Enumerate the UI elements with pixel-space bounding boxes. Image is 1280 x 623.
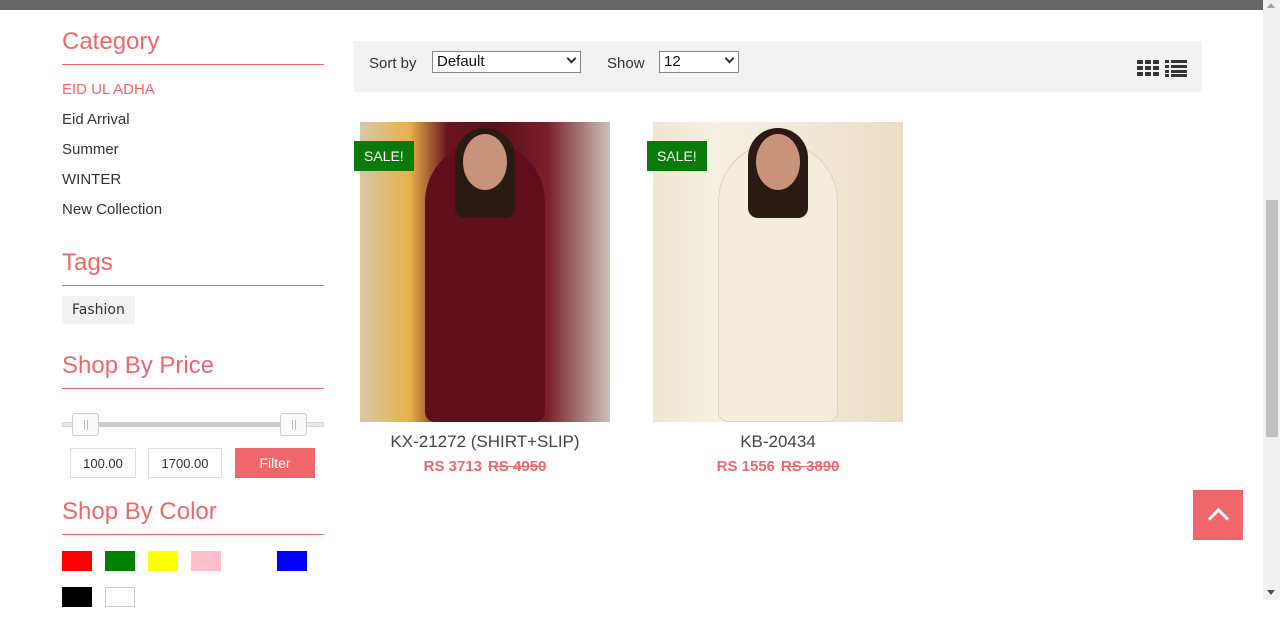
model-head <box>756 134 800 190</box>
show-select-value: 12 <box>664 53 681 70</box>
shop-toolbar: Sort by Default Show 12 <box>354 41 1202 92</box>
sort-select[interactable]: Default <box>432 51 581 73</box>
color-swatch-blue[interactable] <box>277 551 307 571</box>
grid-view-icon[interactable] <box>1137 59 1159 77</box>
price-min-input[interactable] <box>70 448 136 478</box>
product-name[interactable]: KX-21272 (SHIRT+SLIP) <box>360 432 610 452</box>
sidebar: Category EID UL ADHA Eid Arrival Summer … <box>62 28 324 623</box>
color-swatch-black[interactable] <box>62 587 92 607</box>
color-swatch-green[interactable] <box>105 551 135 571</box>
product-prices: RS 3713 RS 4950 <box>360 458 610 475</box>
model-head <box>463 134 507 190</box>
price-heading: Shop By Price <box>62 352 324 389</box>
sale-badge: SALE! <box>354 141 414 171</box>
tag-fashion[interactable]: Fashion <box>62 296 135 324</box>
category-item-new-collection[interactable]: New Collection <box>62 201 324 231</box>
color-swatch-yellow[interactable] <box>148 551 178 571</box>
category-item-winter[interactable]: WINTER <box>62 171 324 201</box>
slider-min-handle[interactable] <box>72 413 99 436</box>
slider-max-handle[interactable] <box>280 413 307 436</box>
page-scrollbar[interactable] <box>1263 0 1280 600</box>
color-swatch-white[interactable] <box>234 551 264 571</box>
color-swatch-red[interactable] <box>62 551 92 571</box>
category-item-eid-ul-adha[interactable]: EID UL ADHA <box>62 81 324 111</box>
category-heading: Category <box>62 28 324 65</box>
sale-badge: SALE! <box>647 141 707 171</box>
top-bar <box>0 0 1263 10</box>
show-select[interactable]: 12 <box>659 51 739 73</box>
scroll-thumb[interactable] <box>1266 200 1278 437</box>
category-list: EID UL ADHA Eid Arrival Summer WINTER Ne… <box>62 81 324 231</box>
product-name[interactable]: KB-20434 <box>653 432 903 452</box>
category-item-summer[interactable]: Summer <box>62 141 324 171</box>
chevron-down-icon <box>724 53 735 64</box>
product-price: RS 1556 <box>716 458 775 475</box>
price-max-input[interactable] <box>148 448 222 478</box>
color-swatch-pink[interactable] <box>191 551 221 571</box>
product-card[interactable]: KB-20434 RS 1556 RS 3890 <box>653 122 903 475</box>
slider-range <box>86 422 294 427</box>
color-swatch-white-2[interactable] <box>105 587 135 607</box>
color-swatches <box>62 551 324 623</box>
category-item-eid-arrival[interactable]: Eid Arrival <box>62 111 324 141</box>
show-label: Show <box>607 55 645 72</box>
price-range-slider[interactable] <box>62 413 324 436</box>
product-prices: RS 1556 RS 3890 <box>653 458 903 475</box>
list-view-icon[interactable] <box>1165 59 1187 77</box>
chevron-down-icon <box>566 53 577 64</box>
price-inputs-row: Filter <box>62 448 324 478</box>
product-card[interactable]: KX-21272 (SHIRT+SLIP) RS 3713 RS 4950 <box>360 122 610 475</box>
product-old-price: RS 4950 <box>488 458 547 475</box>
sort-by-label: Sort by <box>369 55 417 72</box>
scroll-down-arrow-icon[interactable] <box>1267 590 1275 595</box>
product-price: RS 3713 <box>423 458 482 475</box>
sort-select-value: Default <box>437 53 485 70</box>
product-old-price: RS 3890 <box>781 458 840 475</box>
scroll-up-arrow-icon[interactable] <box>1267 3 1275 8</box>
filter-button[interactable]: Filter <box>235 448 315 478</box>
tags-heading: Tags <box>62 249 324 286</box>
back-to-top-button[interactable] <box>1193 490 1243 540</box>
color-heading: Shop By Color <box>62 498 324 535</box>
